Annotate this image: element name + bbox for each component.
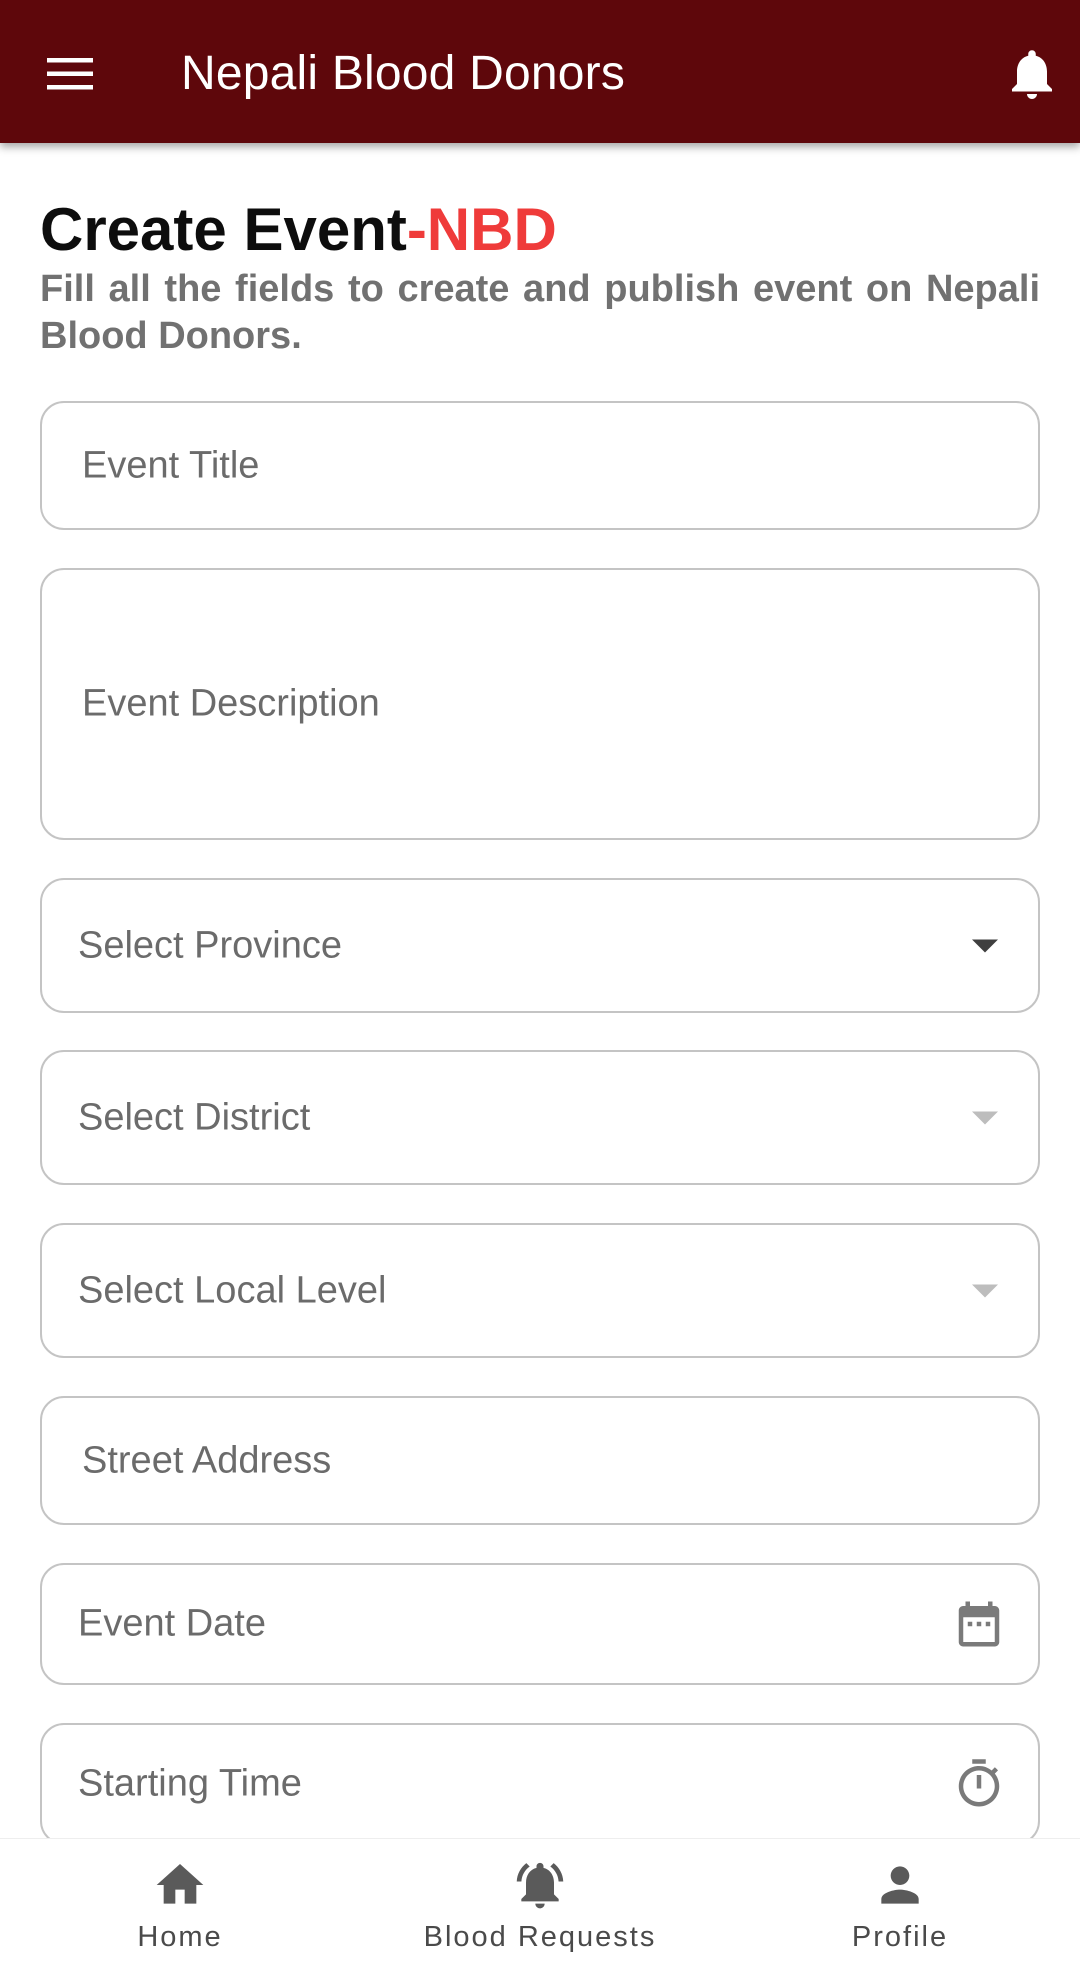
street-address-field[interactable]: Street Address xyxy=(40,1396,1040,1525)
street-address-placeholder: Street Address xyxy=(82,1439,332,1481)
event-date-field[interactable]: Event Date xyxy=(40,1563,1040,1685)
bell-icon xyxy=(1002,50,1062,108)
starting-time-field[interactable]: Starting Time xyxy=(40,1723,1040,1845)
hamburger-menu-icon xyxy=(40,44,100,104)
page-title-text: Create Event xyxy=(40,196,407,263)
nav-item-blood-requests[interactable]: Blood Requests xyxy=(390,1839,690,1983)
dropdown-arrow-icon xyxy=(972,1284,998,1297)
menu-button[interactable] xyxy=(40,44,100,104)
nav-item-home[interactable]: Home xyxy=(80,1839,280,1983)
event-title-field[interactable]: Event Title xyxy=(40,401,1040,530)
page-subtitle: Fill all the fields to create and publis… xyxy=(40,268,1040,357)
local-level-select[interactable]: Select Local Level xyxy=(40,1223,1040,1358)
app-title: Nepali Blood Donors xyxy=(181,47,626,100)
event-title-placeholder: Event Title xyxy=(82,444,260,486)
nav-label-home: Home xyxy=(137,1921,223,1953)
nav-label-blood-requests: Blood Requests xyxy=(423,1921,657,1953)
province-select[interactable]: Select Province xyxy=(40,878,1040,1013)
event-description-field[interactable]: Event Description xyxy=(40,568,1040,840)
home-icon xyxy=(152,1857,208,1913)
page-title-accent: -NBD xyxy=(406,196,557,263)
local-level-select-placeholder: Select Local Level xyxy=(78,1269,387,1311)
district-select-placeholder: Select District xyxy=(78,1096,311,1138)
app-bar: Nepali Blood Donors xyxy=(0,0,1080,143)
notifications-button[interactable] xyxy=(1002,44,1062,104)
notification-bell-icon xyxy=(512,1857,568,1913)
event-description-placeholder: Event Description xyxy=(82,682,380,725)
dropdown-arrow-icon xyxy=(972,939,998,952)
person-icon xyxy=(872,1857,928,1913)
dropdown-arrow-icon xyxy=(972,1111,998,1124)
nav-item-profile[interactable]: Profile xyxy=(800,1839,1000,1983)
calendar-icon[interactable] xyxy=(952,1597,1006,1651)
bottom-navigation: Home Blood Requests Profile xyxy=(0,1838,1080,1983)
timer-icon[interactable] xyxy=(952,1757,1006,1811)
province-select-placeholder: Select Province xyxy=(78,924,343,966)
create-event-screen: Nepali Blood Donors Create Event-NBD Fil… xyxy=(0,0,1080,1983)
page-title: Create Event-NBD xyxy=(40,190,557,270)
event-date-placeholder: Event Date xyxy=(78,1602,266,1645)
nav-label-profile: Profile xyxy=(851,1921,949,1953)
district-select[interactable]: Select District xyxy=(40,1050,1040,1185)
starting-time-placeholder: Starting Time xyxy=(78,1762,302,1805)
